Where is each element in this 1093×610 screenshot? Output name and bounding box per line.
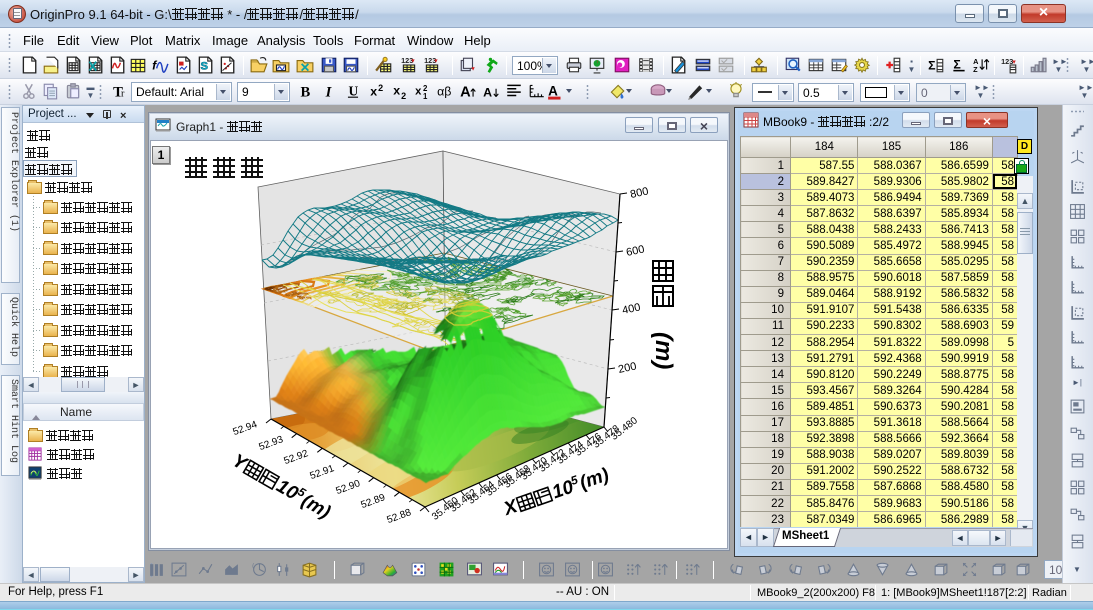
svg-text:(m): (m): [577, 464, 612, 493]
svg-text:(m): (m): [650, 332, 677, 369]
svg-text:X: X: [500, 496, 521, 521]
